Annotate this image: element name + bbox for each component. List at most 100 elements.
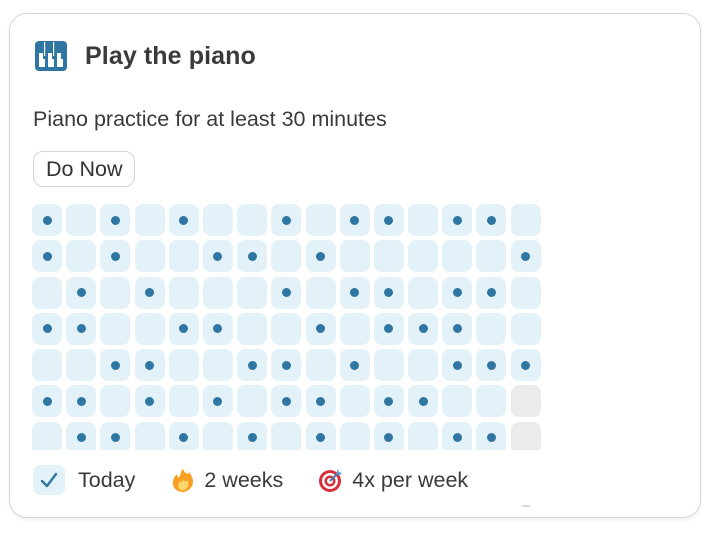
missed-day-cell[interactable] (305, 276, 336, 309)
missed-day-cell[interactable] (100, 276, 131, 309)
completed-day-cell[interactable] (168, 421, 199, 450)
completed-day-cell[interactable] (202, 312, 233, 345)
completed-day-cell[interactable] (271, 204, 302, 236)
missed-day-cell[interactable] (32, 276, 62, 309)
missed-day-cell[interactable] (237, 385, 268, 418)
completed-day-cell[interactable] (305, 421, 336, 450)
completed-day-cell[interactable] (373, 204, 404, 236)
missed-day-cell[interactable] (237, 276, 268, 309)
completed-day-cell[interactable] (510, 240, 541, 273)
missed-day-cell[interactable] (168, 240, 199, 273)
missed-day-cell[interactable] (339, 421, 370, 450)
completed-day-cell[interactable] (442, 421, 473, 450)
missed-day-cell[interactable] (442, 385, 473, 418)
completed-day-cell[interactable] (305, 312, 336, 345)
completed-day-cell[interactable] (442, 312, 473, 345)
completed-day-cell[interactable] (476, 204, 507, 236)
missed-day-cell[interactable] (271, 240, 302, 273)
completed-day-cell[interactable] (442, 349, 473, 382)
completed-day-cell[interactable] (100, 421, 131, 450)
do-now-button[interactable]: Do Now (33, 151, 136, 187)
missed-day-cell[interactable] (202, 421, 233, 450)
completed-day-cell[interactable] (476, 276, 507, 309)
completed-day-cell[interactable] (202, 385, 233, 418)
missed-day-cell[interactable] (32, 421, 62, 450)
missed-day-cell[interactable] (476, 240, 507, 273)
completed-day-cell[interactable] (134, 385, 165, 418)
missed-day-cell[interactable] (237, 204, 268, 236)
completed-day-cell[interactable] (305, 240, 336, 273)
completed-day-cell[interactable] (100, 204, 131, 236)
completed-day-cell[interactable] (476, 349, 507, 382)
completed-day-cell[interactable] (271, 349, 302, 382)
missed-day-cell[interactable] (408, 276, 439, 309)
missed-day-cell[interactable] (373, 349, 404, 382)
completed-day-cell[interactable] (168, 312, 199, 345)
missed-day-cell[interactable] (168, 276, 199, 309)
missed-day-cell[interactable] (100, 312, 131, 345)
missed-day-cell[interactable] (476, 385, 507, 418)
completed-day-cell[interactable] (271, 276, 302, 309)
missed-day-cell[interactable] (476, 312, 507, 345)
missed-day-cell[interactable] (271, 421, 302, 450)
missed-day-cell[interactable] (442, 240, 473, 273)
missed-day-cell[interactable] (408, 349, 439, 382)
missed-day-cell[interactable] (134, 312, 165, 345)
completed-day-cell[interactable] (134, 349, 165, 382)
completed-day-cell[interactable] (271, 385, 302, 418)
completed-day-cell[interactable] (168, 204, 199, 236)
missed-day-cell[interactable] (373, 240, 404, 273)
completed-day-cell[interactable] (202, 240, 233, 273)
today-checkbox[interactable] (33, 465, 65, 495)
completed-day-cell[interactable] (66, 312, 97, 345)
missed-day-cell[interactable] (168, 385, 199, 418)
completed-day-cell[interactable] (373, 312, 404, 345)
missed-day-cell[interactable] (202, 349, 233, 382)
missed-day-cell[interactable] (100, 385, 131, 418)
completed-day-cell[interactable] (134, 276, 165, 309)
completed-day-cell[interactable] (408, 385, 439, 418)
completed-day-cell[interactable] (408, 312, 439, 345)
completed-day-cell[interactable] (510, 349, 541, 382)
missed-day-cell[interactable] (202, 204, 233, 236)
completed-day-cell[interactable] (442, 276, 473, 309)
completed-day-cell[interactable] (32, 312, 62, 345)
completed-day-cell[interactable] (237, 349, 268, 382)
missed-day-cell[interactable] (134, 421, 165, 450)
completed-day-cell[interactable] (442, 204, 473, 236)
missed-day-cell[interactable] (237, 312, 268, 345)
missed-day-cell[interactable] (134, 240, 165, 273)
completed-day-cell[interactable] (100, 240, 131, 273)
missed-day-cell[interactable] (339, 312, 370, 345)
completed-day-cell[interactable] (32, 240, 62, 273)
completed-day-cell[interactable] (476, 421, 507, 450)
missed-day-cell[interactable] (32, 349, 62, 382)
missed-day-cell[interactable] (66, 240, 97, 273)
missed-day-cell[interactable] (510, 276, 541, 309)
missed-day-cell[interactable] (66, 349, 97, 382)
completed-day-cell[interactable] (305, 385, 336, 418)
completed-day-cell[interactable] (66, 276, 97, 309)
missed-day-cell[interactable] (305, 349, 336, 382)
missed-day-cell[interactable] (305, 204, 336, 236)
missed-day-cell[interactable] (408, 240, 439, 273)
missed-day-cell[interactable] (168, 349, 199, 382)
completed-day-cell[interactable] (66, 421, 97, 450)
completed-day-cell[interactable] (66, 385, 97, 418)
missed-day-cell[interactable] (510, 312, 541, 345)
completed-day-cell[interactable] (339, 204, 370, 236)
completed-day-cell[interactable] (237, 421, 268, 450)
missed-day-cell[interactable] (271, 312, 302, 345)
missed-day-cell[interactable] (408, 204, 439, 236)
missed-day-cell[interactable] (339, 385, 370, 418)
completed-day-cell[interactable] (32, 385, 62, 418)
completed-day-cell[interactable] (237, 240, 268, 273)
completed-day-cell[interactable] (339, 276, 370, 309)
missed-day-cell[interactable] (134, 204, 165, 236)
completed-day-cell[interactable] (373, 385, 404, 418)
completed-day-cell[interactable] (373, 276, 404, 309)
missed-day-cell[interactable] (66, 204, 97, 236)
missed-day-cell[interactable] (339, 240, 370, 273)
completed-day-cell[interactable] (373, 421, 404, 450)
missed-day-cell[interactable] (408, 421, 439, 450)
